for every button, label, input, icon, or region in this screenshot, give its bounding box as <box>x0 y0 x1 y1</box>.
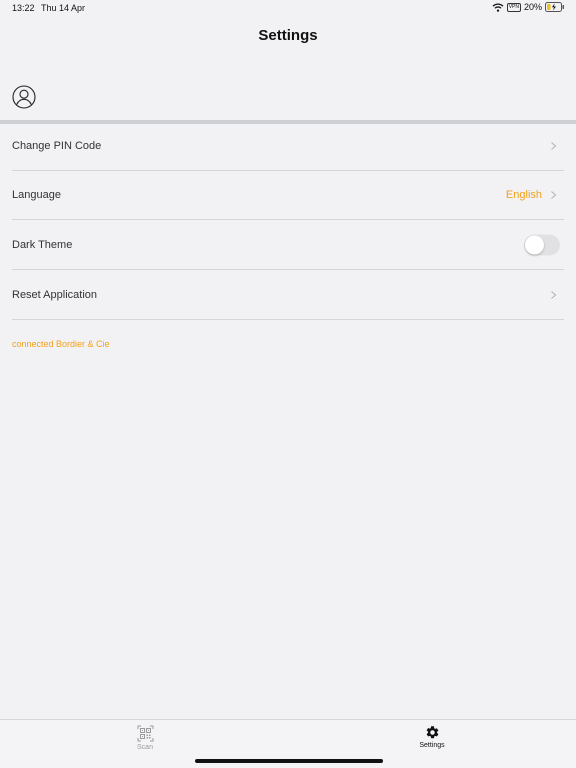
tab-scan[interactable]: Scan <box>115 725 175 751</box>
wifi-icon <box>492 2 504 12</box>
language-value: English <box>505 189 542 201</box>
settings-item-dark-theme: Dark Theme <box>12 221 564 270</box>
tab-label: Scan <box>137 744 153 751</box>
vpn-badge: VPN <box>506 2 521 12</box>
battery-icon <box>545 2 564 12</box>
status-indicators: VPN 20% <box>492 2 565 12</box>
user-profile-icon[interactable] <box>12 85 36 109</box>
settings-item-language[interactable]: Language English <box>12 171 564 220</box>
chevron-right-icon <box>551 291 557 299</box>
status-bar: 13:22 Thu 14 Apr VPN 20% <box>0 0 576 18</box>
tab-label: Settings <box>419 742 445 749</box>
gear-icon <box>426 726 438 739</box>
settings-item-label: Language <box>12 189 61 201</box>
settings-item-change-pin[interactable]: Change PIN Code <box>12 122 564 171</box>
dark-theme-toggle[interactable] <box>524 234 560 256</box>
battery-percentage: 20% <box>523 2 542 12</box>
qr-code-icon <box>137 725 153 742</box>
settings-item-label: Dark Theme <box>12 239 73 251</box>
connection-status: connected Bordier & Cie <box>12 339 110 349</box>
chevron-right-icon <box>551 142 557 150</box>
settings-item-label: Change PIN Code <box>12 140 102 152</box>
settings-item-label: Reset Application <box>12 289 97 301</box>
status-date: Thu 14 Apr <box>41 3 86 13</box>
status-time: 13:22 <box>12 3 35 13</box>
home-indicator <box>195 759 383 763</box>
page-title: Settings <box>258 27 318 44</box>
settings-item-reset-application[interactable]: Reset Application <box>12 271 564 320</box>
chevron-right-icon <box>551 191 557 199</box>
toggle-knob <box>525 235 544 255</box>
tab-settings[interactable]: Settings <box>402 725 462 749</box>
